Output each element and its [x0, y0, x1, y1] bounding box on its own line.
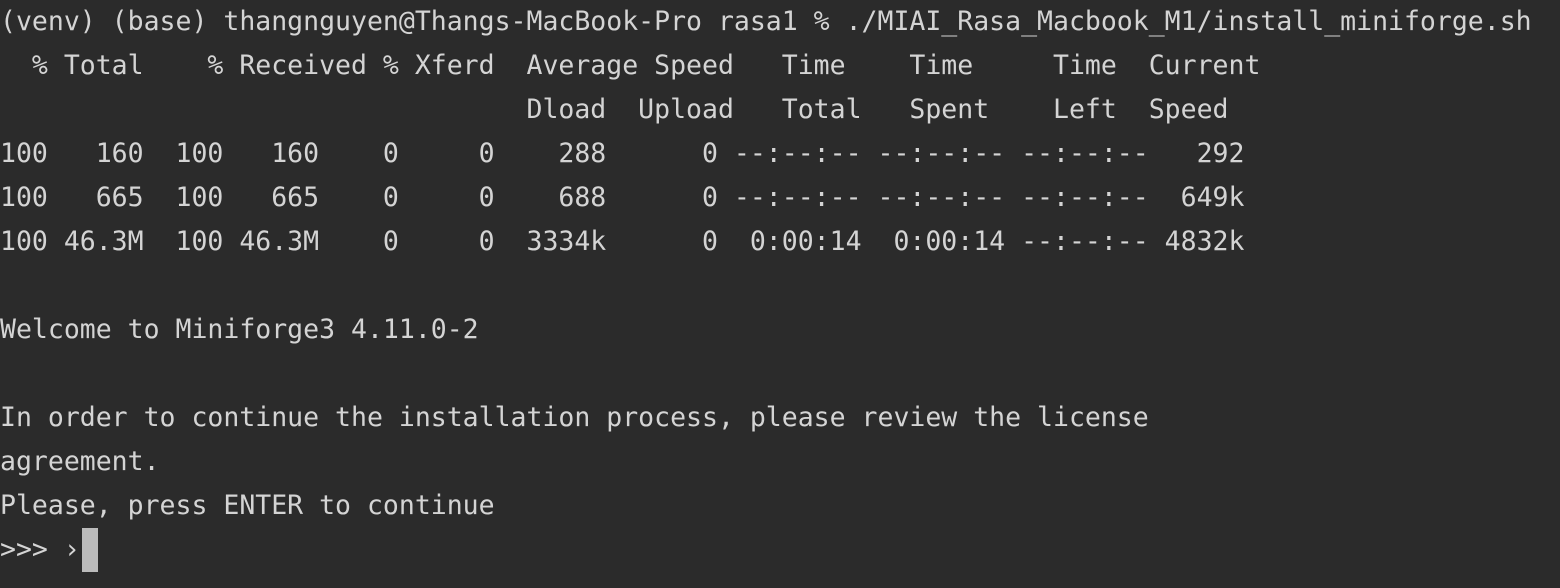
terminal-window[interactable]: (venv) (base) thangnguyen@Thangs-MacBook… — [0, 0, 1560, 588]
curl-progress-row-1: 100 160 100 160 0 0 288 0 --:--:-- --:--… — [0, 138, 1245, 169]
text-cursor[interactable] — [81, 528, 98, 572]
curl-header-row-1: % Total % Received % Xferd Average Speed… — [0, 50, 1261, 81]
continue-instruction: Please, press ENTER to continue — [0, 490, 495, 521]
curl-progress-row-2: 100 665 100 665 0 0 688 0 --:--:-- --:--… — [0, 182, 1245, 213]
curl-header-row-2: Dload Upload Total Spent Left Speed — [0, 94, 1229, 125]
license-message-line-1: In order to continue the installation pr… — [0, 402, 1149, 433]
license-message-line-2: agreement. — [0, 446, 160, 477]
welcome-message: Welcome to Miniforge3 4.11.0-2 — [0, 314, 479, 345]
curl-progress-row-3: 100 46.3M 100 46.3M 0 0 3334k 0 0:00:14 … — [0, 226, 1245, 257]
command-line: (venv) (base) thangnguyen@Thangs-MacBook… — [0, 6, 1532, 37]
input-prompt-line[interactable]: >>> › — [0, 528, 98, 572]
prompt-text: >>> › — [0, 534, 80, 565]
